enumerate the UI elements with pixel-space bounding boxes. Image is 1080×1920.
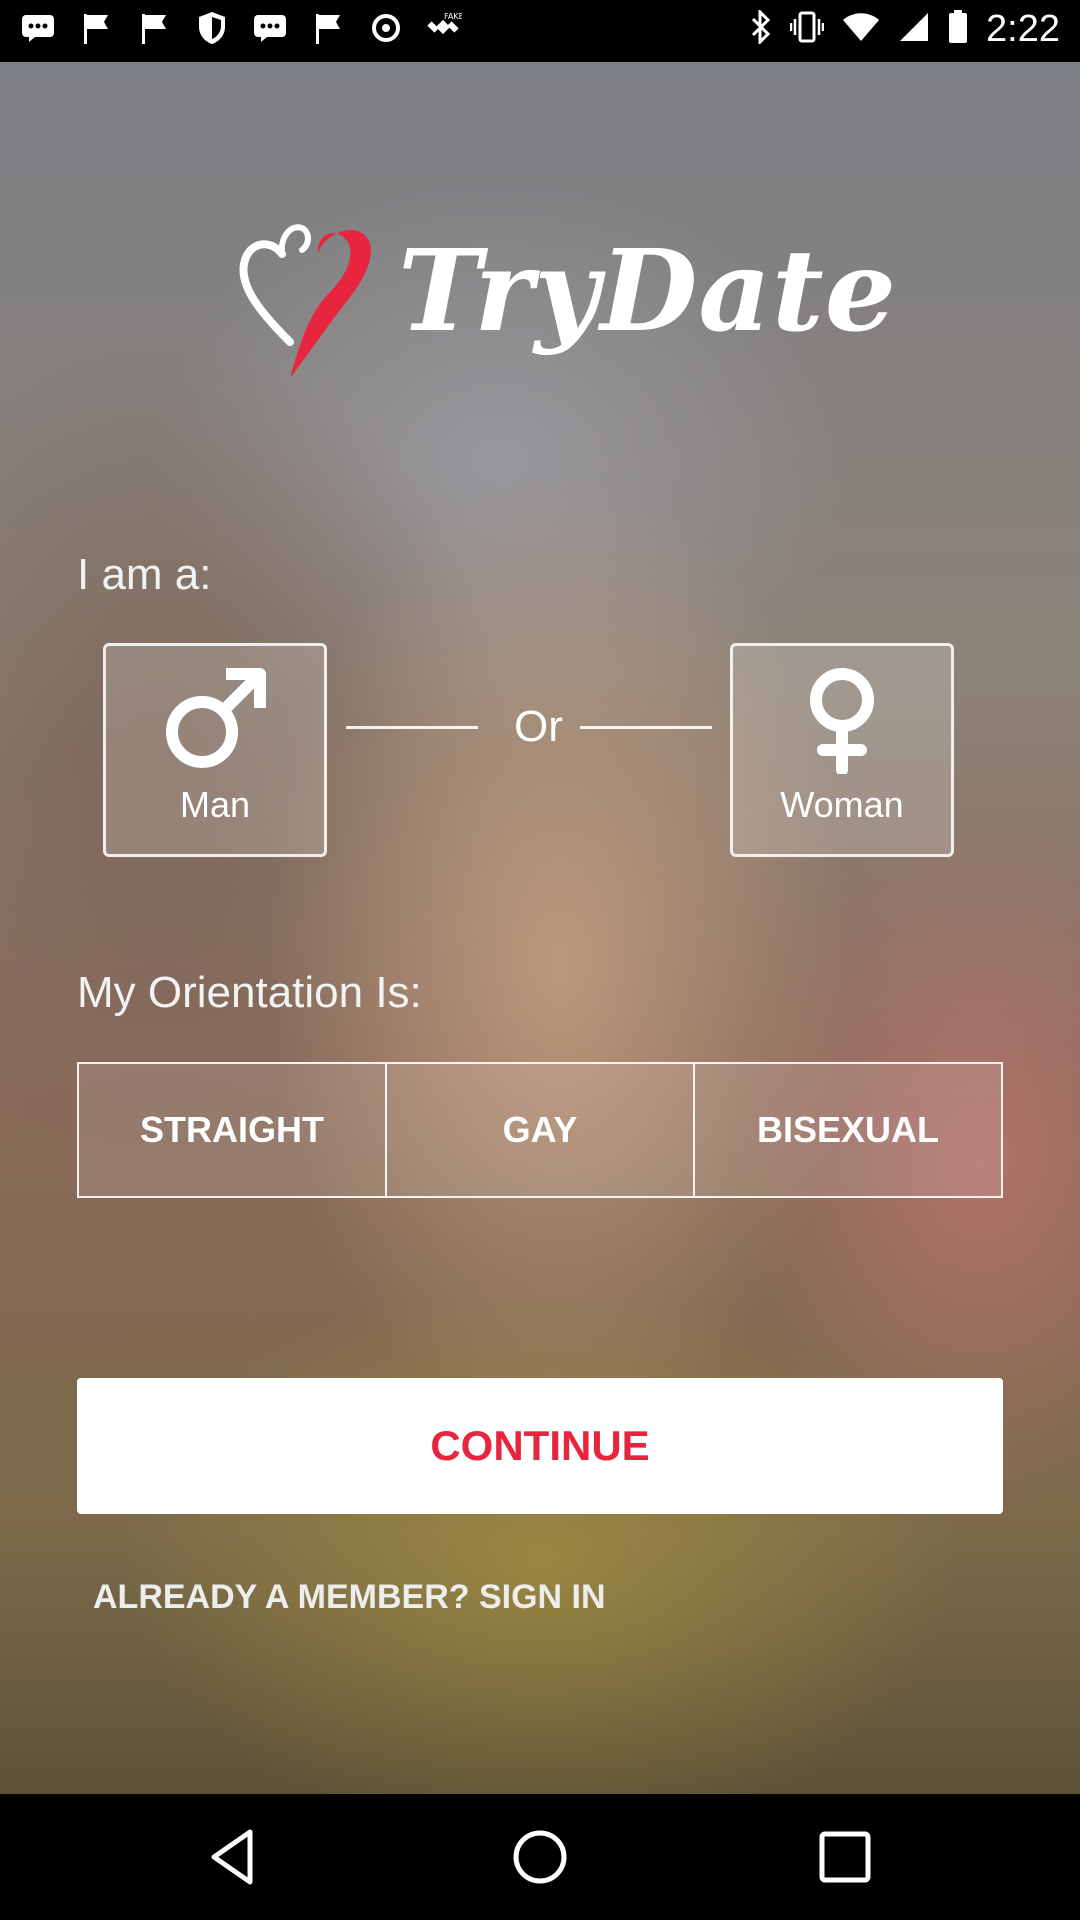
- satellite-icon: FAKE: [426, 10, 462, 46]
- sign-in-link[interactable]: ALREADY A MEMBER? SIGN IN: [93, 1578, 606, 1617]
- system-status-icons: 2:22: [750, 8, 1060, 51]
- signal-icon: [898, 11, 930, 48]
- orientation-gay-button[interactable]: GAY: [385, 1064, 693, 1196]
- home-icon[interactable]: [505, 1822, 575, 1892]
- shield-icon: [194, 10, 230, 46]
- trydate-logo: TryDate: [230, 202, 896, 402]
- woman-button[interactable]: Woman: [730, 643, 954, 857]
- man-label: Man: [179, 784, 251, 825]
- svg-text:FAKE: FAKE: [444, 12, 462, 21]
- male-symbol-icon: [166, 668, 266, 768]
- app-screen: TryDate I am a: Man Or Woman My Orientat…: [0, 62, 1080, 1794]
- flag-icon: [136, 10, 172, 46]
- recents-icon[interactable]: [810, 1822, 880, 1892]
- vibrate-icon: [789, 11, 825, 48]
- status-bar: FAKE 2:22: [0, 0, 1080, 62]
- wifi-icon: [842, 12, 880, 47]
- or-label: Or: [514, 702, 563, 751]
- message-icon: [252, 10, 288, 46]
- heart-logo-icon: [239, 224, 371, 378]
- message-icon: [20, 10, 56, 46]
- orientation-straight-button[interactable]: STRAIGHT: [79, 1064, 385, 1196]
- divider-line-right: [580, 726, 712, 729]
- flag-icon: [78, 10, 114, 46]
- woman-label: Woman: [780, 784, 904, 825]
- orientation-bisexual-button[interactable]: BISEXUAL: [693, 1064, 1001, 1196]
- bluetooth-icon: [750, 8, 772, 49]
- female-symbol-icon: [810, 668, 874, 774]
- clock: 2:22: [986, 8, 1060, 50]
- gender-label: I am a:: [77, 550, 212, 599]
- logo-text: TryDate: [398, 226, 897, 357]
- orientation-label: My Orientation Is:: [77, 968, 422, 1017]
- man-button[interactable]: Man: [103, 643, 327, 857]
- continue-button[interactable]: CONTINUE: [77, 1378, 1003, 1514]
- back-icon[interactable]: [200, 1822, 270, 1892]
- orientation-selector: STRAIGHT GAY BISEXUAL: [77, 1062, 1003, 1198]
- notification-icons: FAKE: [20, 10, 462, 46]
- navigation-bar: [0, 1794, 1080, 1920]
- settings-icon: [368, 10, 404, 46]
- flag-icon: [310, 10, 346, 46]
- divider-line-left: [346, 726, 478, 729]
- battery-icon: [948, 10, 968, 49]
